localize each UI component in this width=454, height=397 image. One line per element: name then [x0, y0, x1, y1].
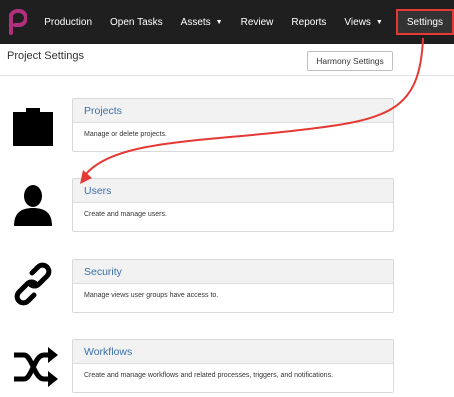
nav-menu: Production Open Tasks Assets ▼ Review Rep…	[35, 0, 454, 44]
harmony-settings-button[interactable]: Harmony Settings	[307, 51, 393, 71]
nav-views[interactable]: Views ▼	[335, 0, 391, 44]
page-title: Project Settings	[7, 50, 85, 62]
link-icon	[10, 261, 60, 311]
workflows-card[interactable]: Workflows Create and manage workflows an…	[72, 339, 394, 393]
nav-assets[interactable]: Assets ▼	[172, 0, 232, 44]
chevron-down-icon: ▼	[375, 18, 383, 26]
security-card-title[interactable]: Security	[73, 260, 393, 284]
nav-reports[interactable]: Reports	[282, 0, 335, 44]
section-projects: Projects Manage or delete projects.	[0, 96, 454, 166]
nav-open-tasks-label: Open Tasks	[110, 16, 163, 28]
projects-card-title[interactable]: Projects	[73, 99, 393, 123]
nav-open-tasks[interactable]: Open Tasks	[101, 0, 172, 44]
nav-settings[interactable]: Settings	[395, 9, 454, 35]
workflows-card-title[interactable]: Workflows	[73, 340, 393, 364]
security-card-description: Manage views user groups have access to.	[84, 292, 219, 299]
nav-assets-label: Assets	[180, 16, 211, 28]
users-card[interactable]: Users Create and manage users.	[72, 178, 394, 232]
users-card-description: Create and manage users.	[84, 211, 167, 218]
user-icon	[10, 182, 60, 232]
projects-card[interactable]: Projects Manage or delete projects.	[72, 98, 394, 152]
section-users: Users Create and manage users.	[0, 176, 454, 246]
nav-production[interactable]: Production	[35, 0, 101, 44]
nav-review[interactable]: Review	[232, 0, 283, 44]
nav-reports-label: Reports	[291, 16, 327, 28]
projects-card-description: Manage or delete projects.	[84, 131, 167, 138]
nav-review-label: Review	[240, 16, 274, 28]
users-card-title[interactable]: Users	[73, 179, 393, 203]
chevron-down-icon: ▼	[215, 18, 223, 26]
top-navbar: Production Open Tasks Assets ▼ Review Rep…	[0, 0, 454, 44]
page-header: Project Settings Harmony Settings	[0, 44, 454, 76]
nav-settings-label: Settings	[406, 16, 443, 28]
section-workflows: Workflows Create and manage workflows an…	[0, 337, 454, 397]
app-logo-icon[interactable]	[5, 0, 29, 44]
folder-icon	[10, 108, 60, 158]
workflows-card-description: Create and manage workflows and related …	[84, 372, 334, 379]
nav-production-label: Production	[44, 16, 93, 28]
nav-views-label: Views	[344, 16, 371, 28]
security-card[interactable]: Security Manage views user groups have a…	[72, 259, 394, 313]
shuffle-icon	[10, 345, 60, 395]
section-security: Security Manage views user groups have a…	[0, 257, 454, 327]
